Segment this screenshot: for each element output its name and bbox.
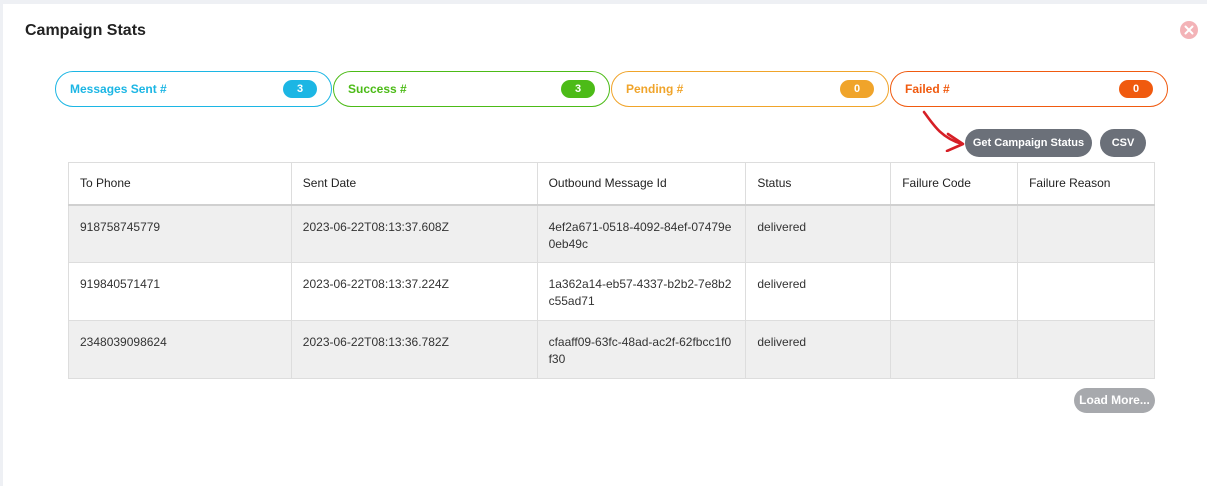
table-row: 2348039098624 2023-06-22T08:13:36.782Z c… <box>68 320 1155 379</box>
load-more-button[interactable]: Load More... <box>1074 388 1155 413</box>
column-header[interactable]: Outbound Message Id <box>536 162 747 205</box>
table-header-row: To Phone Sent Date Outbound Message Id S… <box>68 162 1155 205</box>
column-header[interactable]: Failure Code <box>890 162 1019 205</box>
campaign-results-table: To Phone Sent Date Outbound Message Id S… <box>68 162 1155 379</box>
sent-date-cell: 2023-06-22T08:13:37.608Z <box>290 204 538 263</box>
status-cell: delivered <box>745 204 892 263</box>
stat-label: Success # <box>348 82 407 96</box>
failure-code-cell <box>890 320 1019 379</box>
column-header[interactable]: Failure Reason <box>1017 162 1155 205</box>
sent-date-cell: 2023-06-22T08:13:36.782Z <box>290 320 538 379</box>
message-id-cell: cfaaff09-63fc-48ad-ac2f-62fbcc1f0f30 <box>536 320 747 379</box>
to-phone-cell: 919840571471 <box>68 262 292 321</box>
sent-date-cell: 2023-06-22T08:13:37.224Z <box>290 262 538 321</box>
column-header[interactable]: Sent Date <box>290 162 538 205</box>
stat-count-badge: 3 <box>561 80 595 98</box>
stat-messages-sent: Messages Sent # 3 <box>55 71 332 107</box>
to-phone-cell: 918758745779 <box>68 204 292 263</box>
stat-count-badge: 0 <box>840 80 874 98</box>
column-header[interactable]: To Phone <box>68 162 292 205</box>
campaign-stats-modal: Campaign Stats Messages Sent # 3 Success… <box>3 4 1207 486</box>
stat-label: Messages Sent # <box>70 82 167 96</box>
failure-code-cell <box>890 262 1019 321</box>
stat-success: Success # 3 <box>333 71 610 107</box>
table-row: 919840571471 2023-06-22T08:13:37.224Z 1a… <box>68 262 1155 321</box>
failure-reason-cell <box>1017 262 1155 321</box>
get-campaign-status-button[interactable]: Get Campaign Status <box>965 129 1092 157</box>
status-cell: delivered <box>745 320 892 379</box>
arrow-annotation-icon <box>922 110 965 152</box>
failure-reason-cell <box>1017 204 1155 263</box>
csv-button[interactable]: CSV <box>1100 129 1146 157</box>
stat-count-badge: 0 <box>1119 80 1153 98</box>
to-phone-cell: 2348039098624 <box>68 320 292 379</box>
stat-failed: Failed # 0 <box>890 71 1168 107</box>
column-header[interactable]: Status <box>745 162 892 205</box>
table-row: 918758745779 2023-06-22T08:13:37.608Z 4e… <box>68 204 1155 263</box>
stat-label: Failed # <box>905 82 950 96</box>
status-cell: delivered <box>745 262 892 321</box>
stat-pending: Pending # 0 <box>611 71 889 107</box>
failure-code-cell <box>890 204 1019 263</box>
failure-reason-cell <box>1017 320 1155 379</box>
close-icon[interactable] <box>1180 21 1198 39</box>
modal-title: Campaign Stats <box>25 22 146 39</box>
message-id-cell: 1a362a14-eb57-4337-b2b2-7e8b2c55ad71 <box>536 262 747 321</box>
message-id-cell: 4ef2a671-0518-4092-84ef-07479e0eb49c <box>536 204 747 263</box>
stat-count-badge: 3 <box>283 80 317 98</box>
stat-label: Pending # <box>626 82 684 96</box>
